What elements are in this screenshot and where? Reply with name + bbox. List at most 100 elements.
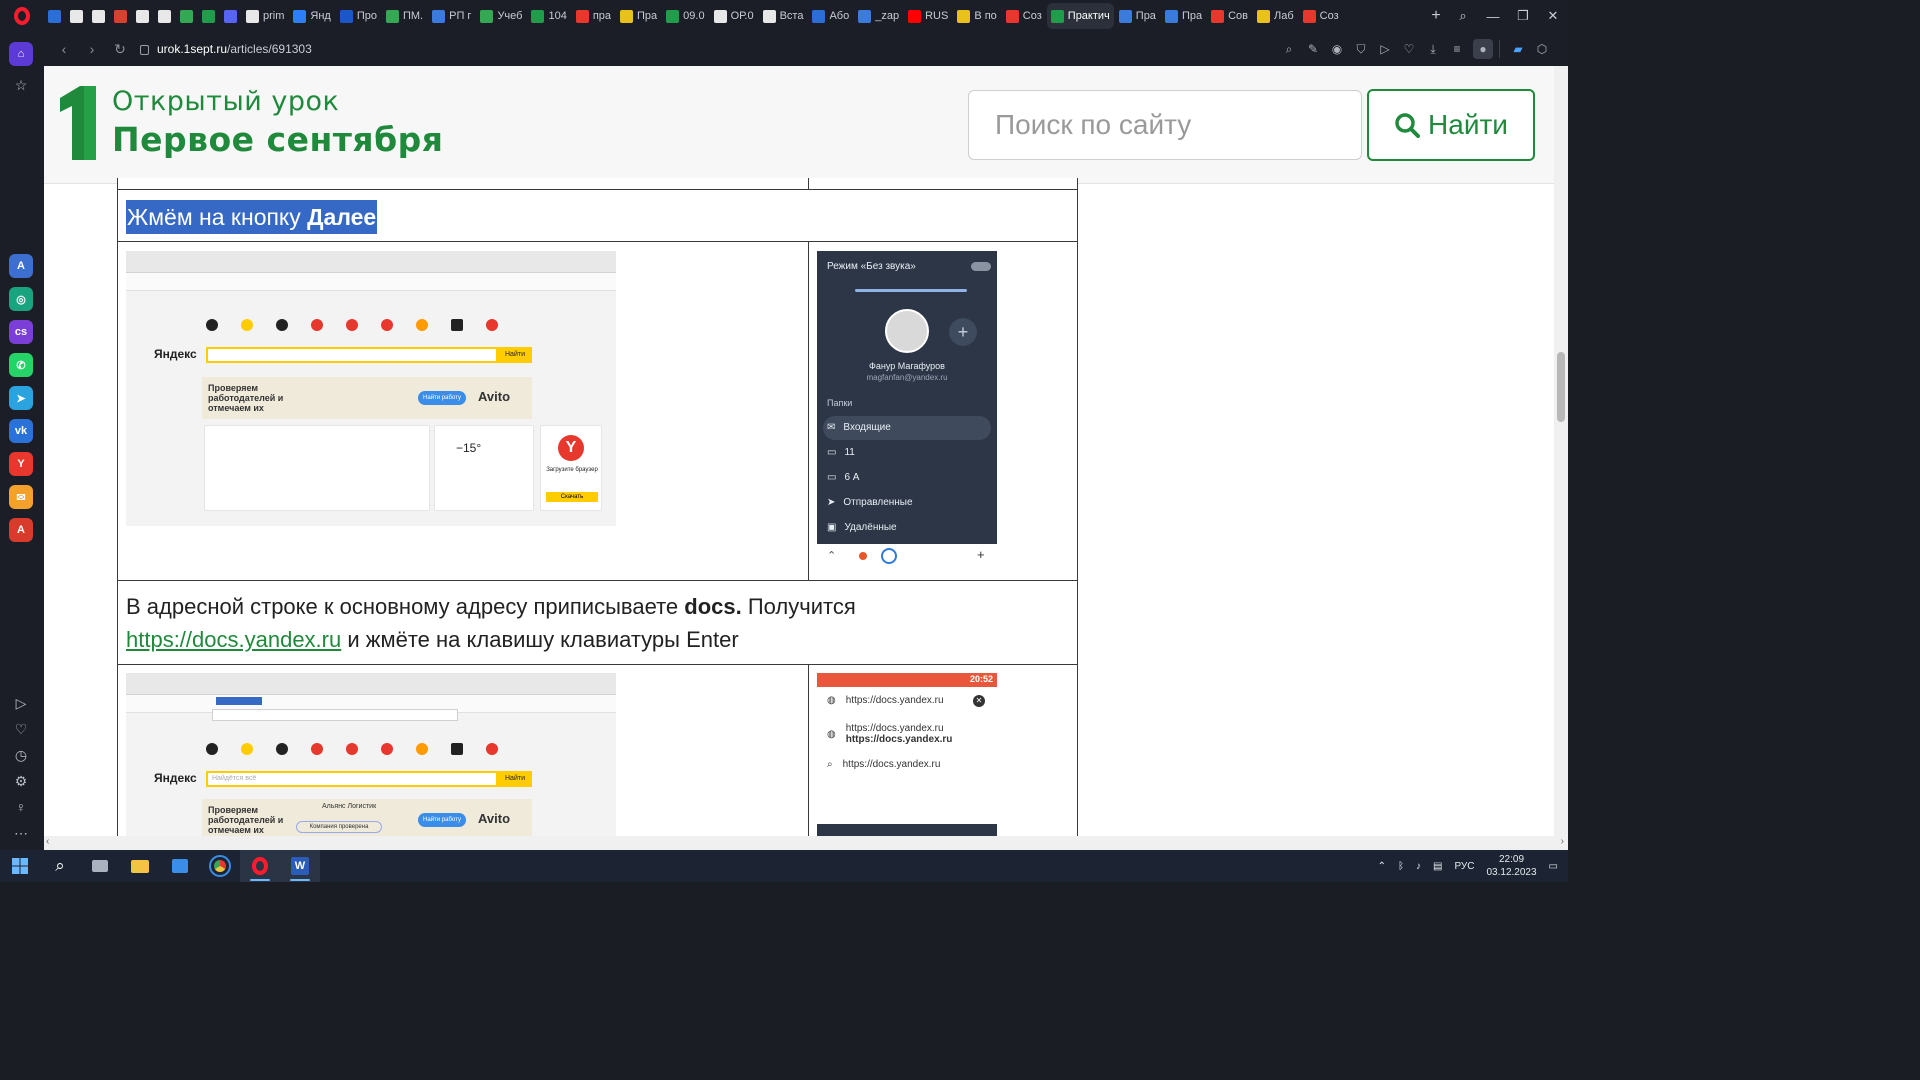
send-icon[interactable]: ▷ — [1373, 42, 1397, 56]
browser-tab[interactable]: РП г — [428, 3, 475, 29]
browser-tab[interactable]: Про — [336, 3, 381, 29]
network-icon[interactable]: ▤ — [1433, 861, 1442, 872]
easy-setup-icon[interactable]: ≡ — [1445, 42, 1469, 56]
heart-icon[interactable]: ♡ — [1397, 42, 1421, 56]
browser-tab[interactable] — [176, 3, 197, 29]
site-search-button[interactable]: Найти — [1367, 89, 1535, 161]
browser-tab[interactable]: 09.0 — [662, 3, 708, 29]
browser-tab[interactable] — [154, 3, 175, 29]
star-icon[interactable]: ☆ — [10, 74, 32, 96]
opera-menu-button[interactable] — [0, 0, 44, 32]
browser-tab[interactable]: 104 — [527, 3, 570, 29]
yandex-icon[interactable]: Y — [9, 452, 33, 476]
whatsapp-icon[interactable]: ✆ — [9, 353, 33, 377]
settings-icon[interactable]: ⚙ — [10, 770, 32, 792]
logo-title-line1[interactable]: Открытый урок — [112, 86, 339, 117]
browser-tab[interactable] — [110, 3, 131, 29]
vertical-scrollbar[interactable] — [1554, 66, 1568, 836]
browser-tab[interactable]: Учеб — [476, 3, 526, 29]
translate-icon[interactable]: A — [9, 518, 33, 542]
flow-icon[interactable]: ▰ — [1506, 42, 1530, 56]
browser-tab[interactable]: Соз — [1002, 3, 1046, 29]
tab-favicon-icon — [762, 9, 776, 23]
input-language[interactable]: РУС — [1454, 861, 1474, 872]
clock[interactable]: 22:09 03.12.2023 — [1486, 853, 1536, 879]
chatsonic-icon[interactable]: cs — [9, 320, 33, 344]
task-view-button[interactable] — [80, 850, 120, 882]
scroll-right-arrow[interactable]: › — [1561, 836, 1564, 847]
scrollbar-thumb[interactable] — [1557, 352, 1565, 422]
forward-button[interactable]: › — [78, 41, 106, 57]
browser-tab[interactable]: Пра — [616, 3, 661, 29]
site-search-input[interactable] — [968, 90, 1362, 160]
browser-tab[interactable] — [198, 3, 219, 29]
browser-tab[interactable]: Сов — [1207, 3, 1252, 29]
shield-icon[interactable]: ⛉ — [1349, 42, 1373, 57]
chatgpt-icon[interactable]: ◎ — [9, 287, 33, 311]
browser-tab[interactable]: Лаб — [1253, 3, 1298, 29]
back-button[interactable]: ‹ — [50, 41, 78, 57]
heart-icon[interactable]: ♡ — [10, 718, 32, 740]
telegram-icon[interactable]: ➤ — [9, 386, 33, 410]
new-tab-button[interactable]: + — [1424, 7, 1448, 25]
aria-icon[interactable]: A — [9, 254, 33, 278]
clock-time: 22:09 — [1499, 854, 1525, 865]
browser-tab[interactable] — [132, 3, 153, 29]
search-taskbar-button[interactable]: ⌕ — [40, 850, 80, 882]
notifications-icon[interactable]: ▭ — [1549, 861, 1558, 872]
browser-tab[interactable] — [44, 3, 65, 29]
browser-tab[interactable]: prim — [242, 3, 288, 29]
start-button[interactable] — [0, 850, 40, 882]
tab-search-icon[interactable]: ⌕ — [1448, 8, 1478, 24]
volume-icon[interactable]: ♪ — [1416, 861, 1421, 872]
tray-overflow-icon[interactable]: ⌃ — [1378, 861, 1386, 872]
player-icon[interactable]: ▷ — [10, 692, 32, 714]
folder-trash-label: Удалённые — [844, 522, 897, 533]
bluetooth-icon[interactable]: ᛒ — [1398, 861, 1404, 872]
word-taskbar-button[interactable]: W — [280, 850, 320, 882]
search-page-icon[interactable]: ⌕ — [1277, 42, 1301, 57]
mail-icon[interactable]: ✉ — [9, 485, 33, 509]
more-icon[interactable]: ⋯ — [10, 822, 32, 844]
browser-tab[interactable]: ПМ. — [382, 3, 427, 29]
browser-tab[interactable]: В по — [953, 3, 1000, 29]
vk-icon[interactable]: vk — [9, 419, 33, 443]
tab-favicon-icon — [48, 9, 61, 23]
browser-tab[interactable] — [220, 3, 241, 29]
download-icon[interactable]: ⤓ — [1421, 42, 1445, 57]
browser-tab[interactable]: Пра — [1115, 3, 1160, 29]
browser-tab[interactable] — [88, 3, 109, 29]
url-field[interactable]: urok.1sept.ru/articles/691303 — [140, 42, 1277, 56]
file-explorer-button[interactable] — [120, 850, 160, 882]
browser-tab[interactable]: Вста — [759, 3, 808, 29]
browser-tab[interactable]: _zap — [854, 3, 903, 29]
horizontal-scrollbar[interactable]: ‹ › — [44, 836, 1568, 850]
browser-tab[interactable]: Янд — [289, 3, 334, 29]
tips-icon[interactable]: ♀ — [10, 796, 32, 818]
scroll-left-arrow[interactable]: ‹ — [46, 836, 49, 847]
browser-tab[interactable]: Соз — [1299, 3, 1343, 29]
close-window-button[interactable]: ✕ — [1538, 8, 1568, 24]
browser-tab[interactable]: RUS — [904, 3, 952, 29]
minimize-button[interactable]: — — [1478, 9, 1508, 24]
profile-icon[interactable]: ● — [1473, 39, 1493, 59]
logo-title-line2[interactable]: Первое сентября — [112, 120, 443, 159]
store-button[interactable] — [160, 850, 200, 882]
edit-icon[interactable]: ✎ — [1301, 42, 1325, 56]
first-september-logo-icon[interactable] — [58, 84, 98, 164]
camera-icon[interactable]: ◉ — [1325, 42, 1349, 56]
browser-tab[interactable]: ОР.0 — [710, 3, 758, 29]
reload-button[interactable]: ↻ — [106, 41, 134, 58]
browser-tab[interactable]: Пра — [1161, 3, 1206, 29]
browser-tab[interactable]: Або — [808, 3, 853, 29]
chrome-button[interactable] — [200, 850, 240, 882]
docs-yandex-link[interactable]: https://docs.yandex.ru — [126, 627, 341, 652]
opera-taskbar-button[interactable] — [240, 850, 280, 882]
extensions-icon[interactable]: ⬡ — [1530, 42, 1554, 56]
browser-tab[interactable] — [66, 3, 87, 29]
history-icon[interactable]: ◷ — [10, 744, 32, 766]
browser-tab[interactable]: Практич — [1046, 3, 1114, 29]
home-icon[interactable]: ⌂ — [9, 42, 33, 66]
browser-tab[interactable]: пра — [572, 3, 615, 29]
restore-button[interactable]: ❐ — [1508, 8, 1538, 24]
